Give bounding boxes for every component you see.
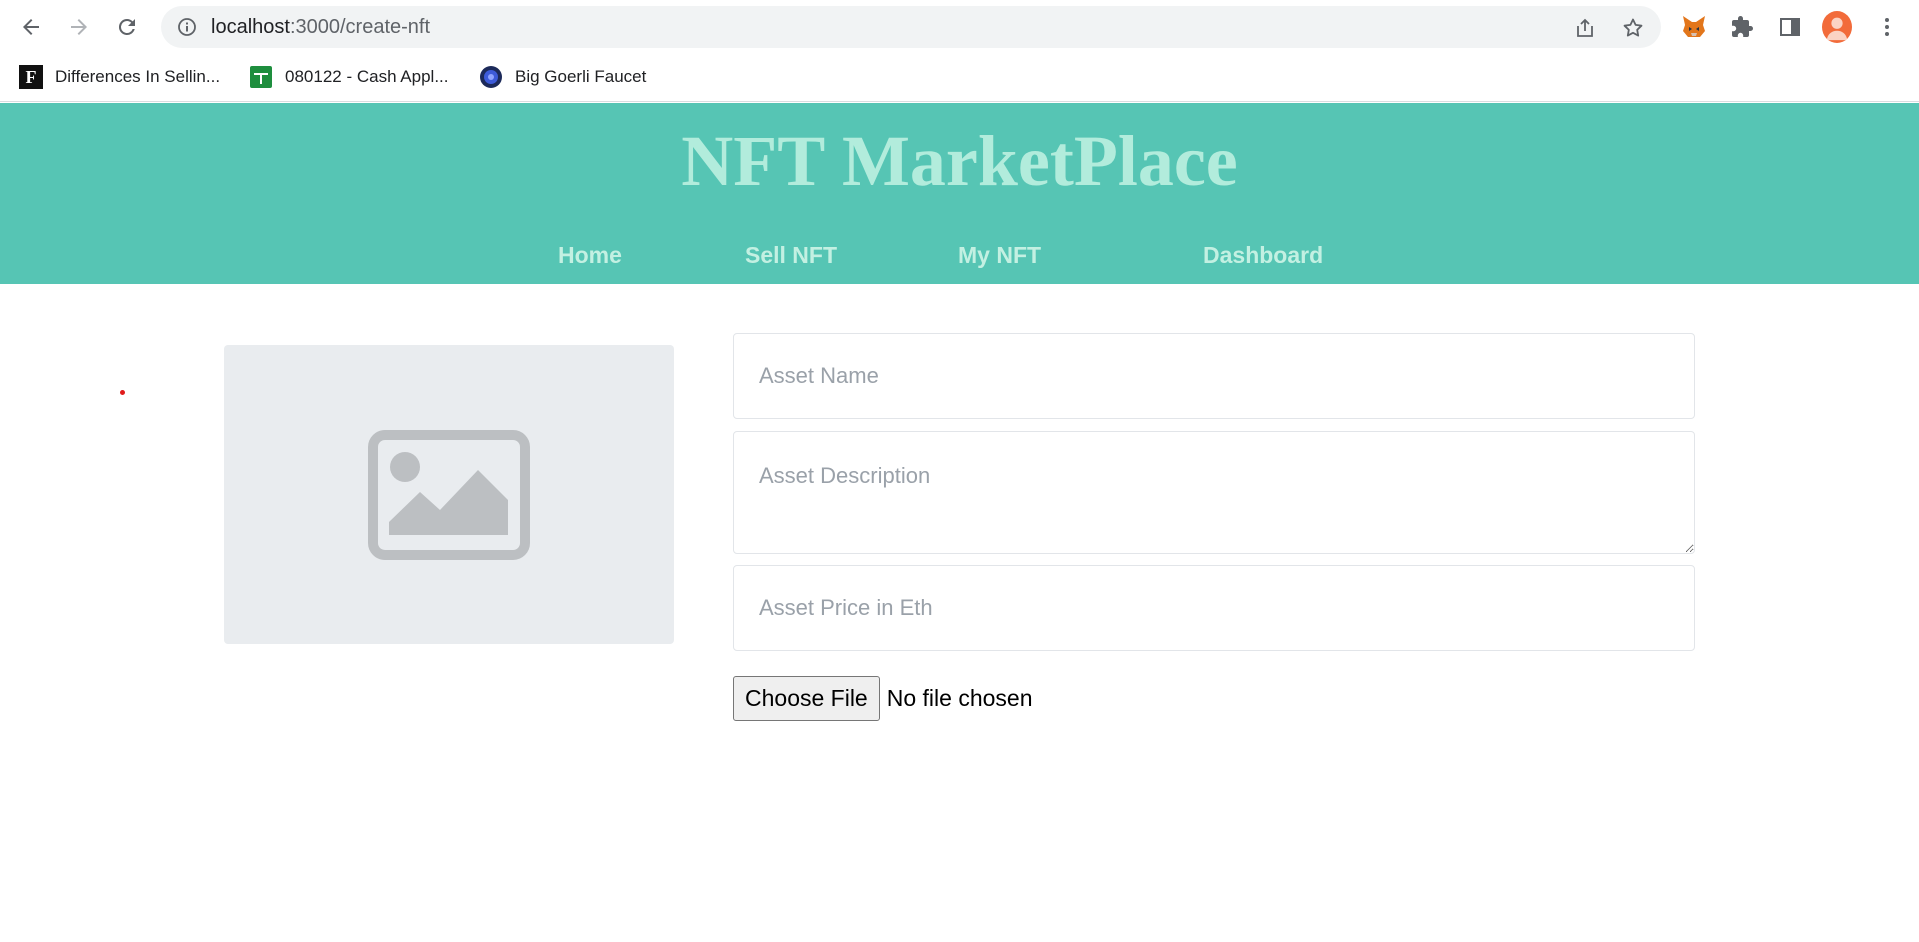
site-header: NFT MarketPlace Home Sell NFT My NFT Das… bbox=[0, 103, 1919, 284]
kebab-menu-icon bbox=[1885, 18, 1889, 36]
metamask-extension[interactable] bbox=[1679, 12, 1709, 42]
fox-icon bbox=[1683, 16, 1705, 37]
sheets-favicon-icon bbox=[249, 65, 273, 89]
bookmark-goerli-faucet[interactable]: Big Goerli Faucet bbox=[479, 63, 646, 91]
address-bar[interactable]: localhost:3000/create-nft bbox=[161, 6, 1661, 48]
site-title: NFT MarketPlace bbox=[681, 121, 1238, 201]
red-dot bbox=[120, 390, 125, 395]
file-status: No file chosen bbox=[886, 684, 1033, 711]
nav-my-nft[interactable]: My NFT bbox=[958, 242, 1041, 276]
reload-icon bbox=[118, 18, 135, 35]
nav-home[interactable]: Home bbox=[558, 242, 622, 276]
arrow-left-icon bbox=[23, 19, 39, 35]
image-preview bbox=[224, 345, 674, 644]
star-icon[interactable] bbox=[1621, 16, 1645, 40]
extensions-button[interactable] bbox=[1727, 12, 1757, 42]
bookmark-differences[interactable]: F Differences In Sellin... bbox=[19, 63, 220, 91]
url-text[interactable]: localhost:3000/create-nft bbox=[211, 17, 430, 37]
side-panel-button[interactable] bbox=[1775, 12, 1805, 42]
file-input[interactable]: Choose File No file chosen bbox=[733, 675, 1032, 721]
asset-description-input[interactable] bbox=[733, 431, 1695, 554]
bookmark-label: Differences In Sellin... bbox=[55, 67, 221, 86]
share-icon[interactable] bbox=[1573, 16, 1597, 40]
image-placeholder-icon bbox=[368, 429, 530, 560]
side-panel-icon bbox=[1780, 18, 1800, 36]
f-favicon-icon: F bbox=[19, 65, 43, 89]
arrow-right-icon bbox=[71, 19, 87, 35]
choose-file-button[interactable]: Choose File bbox=[733, 675, 880, 721]
bookmark-label: 080122 - Cash Appl... bbox=[285, 67, 449, 86]
profile-button[interactable] bbox=[1822, 11, 1852, 43]
bookmarks-bar: F Differences In Sellin... 080122 - Cash… bbox=[0, 53, 1919, 102]
info-icon[interactable] bbox=[177, 17, 197, 37]
url-host: localhost bbox=[211, 16, 290, 38]
bookmark-cash-appl[interactable]: 080122 - Cash Appl... bbox=[249, 63, 449, 91]
avatar-icon bbox=[1822, 11, 1852, 43]
reload-button[interactable] bbox=[110, 10, 144, 44]
forward-button[interactable] bbox=[62, 10, 96, 44]
puzzle-icon bbox=[1732, 16, 1753, 37]
back-button[interactable] bbox=[14, 10, 48, 44]
bookmark-label: Big Goerli Faucet bbox=[515, 67, 647, 86]
browser-toolbar: localhost:3000/create-nft bbox=[0, 0, 1919, 53]
nav-sell-nft[interactable]: Sell NFT bbox=[745, 242, 837, 276]
asset-price-input[interactable] bbox=[733, 565, 1695, 651]
nav-dashboard[interactable]: Dashboard bbox=[1203, 242, 1323, 276]
asset-name-input[interactable] bbox=[733, 333, 1695, 419]
browser-menu-button[interactable] bbox=[1872, 12, 1902, 42]
url-path: :3000/create-nft bbox=[289, 16, 431, 38]
faucet-favicon-icon bbox=[479, 65, 503, 89]
